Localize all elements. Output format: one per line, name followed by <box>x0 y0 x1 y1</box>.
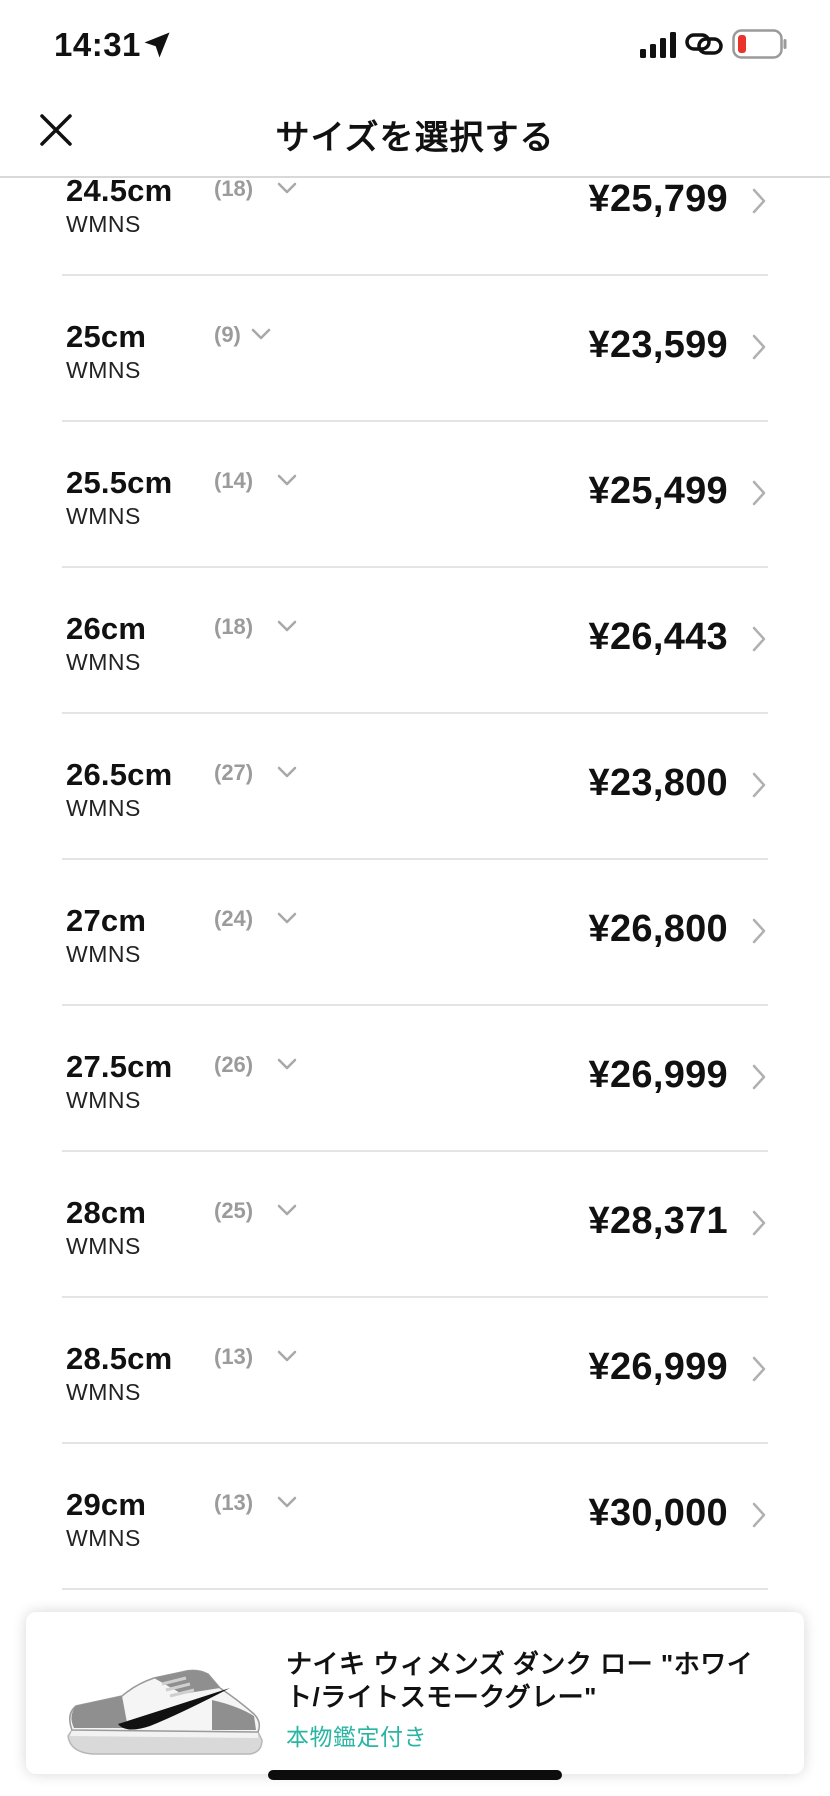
size-category: WMNS <box>66 211 141 237</box>
chevron-down-icon[interactable] <box>276 472 298 488</box>
product-image <box>67 1669 263 1755</box>
size-label: 24.5cm <box>66 173 173 208</box>
price-label: ¥28,371 <box>588 1200 728 1242</box>
header: サイズを選択する <box>0 92 830 178</box>
chevron-right-icon <box>752 1064 766 1090</box>
page-title: サイズを選択する <box>275 119 555 157</box>
size-selection-screen: 14:31 サイズを選択する 24.5cm WMNS (18) ¥25,799 25cm… <box>0 0 830 1796</box>
status-bar: 14:31 <box>0 0 830 92</box>
chevron-down-icon[interactable] <box>276 180 298 196</box>
size-row[interactable]: 27cm WMNS (24) ¥26,800 <box>62 860 768 1006</box>
chevron-down-icon[interactable] <box>276 1348 298 1364</box>
size-label: 25cm <box>66 319 147 354</box>
size-category: WMNS <box>66 1233 141 1259</box>
price-label: ¥26,999 <box>588 1054 728 1096</box>
price-label: ¥30,000 <box>588 1492 728 1534</box>
price-label: ¥23,800 <box>588 762 728 804</box>
chevron-down-icon[interactable] <box>250 326 272 342</box>
chevron-right-icon <box>752 1210 766 1236</box>
chevron-right-icon <box>752 626 766 652</box>
size-category: WMNS <box>66 795 141 821</box>
chevron-down-icon[interactable] <box>276 1494 298 1510</box>
price-label: ¥26,999 <box>588 1346 728 1388</box>
size-category: WMNS <box>66 357 141 383</box>
size-category: WMNS <box>66 503 141 529</box>
size-category: WMNS <box>66 1525 141 1551</box>
size-label: 29cm <box>66 1487 147 1522</box>
size-label: 26.5cm <box>66 757 173 792</box>
size-row[interactable]: 27.5cm WMNS (26) ¥26,999 <box>62 1006 768 1152</box>
chevron-right-icon <box>752 772 766 798</box>
size-row[interactable]: 29cm WMNS (13) ¥30,000 <box>62 1444 768 1590</box>
size-row[interactable]: 28.5cm WMNS (13) ¥26,999 <box>62 1298 768 1444</box>
size-row[interactable]: 26.5cm WMNS (27) ¥23,800 <box>62 714 768 860</box>
size-label: 27.5cm <box>66 1049 173 1084</box>
size-category: WMNS <box>66 1379 141 1405</box>
authentication-label: 本物鑑定付き <box>286 1724 427 1750</box>
price-label: ¥26,443 <box>588 616 728 658</box>
listing-count[interactable]: (14) <box>214 468 253 494</box>
status-time: 14:31 <box>54 26 141 63</box>
battery-low-icon <box>732 29 787 59</box>
size-category: WMNS <box>66 1087 141 1113</box>
listing-count[interactable]: (25) <box>214 1198 253 1224</box>
chevron-down-icon[interactable] <box>276 618 298 634</box>
price-label: ¥23,599 <box>588 324 728 366</box>
price-label: ¥25,499 <box>588 470 728 512</box>
location-arrow-icon <box>144 32 170 58</box>
cellular-signal-icon <box>640 32 676 58</box>
link-icon <box>685 33 723 55</box>
product-card[interactable]: ナイキ ウィメンズ ダンク ロー "ホワイト/ライトスモークグレー" 本物鑑定付… <box>26 1612 804 1774</box>
chevron-down-icon[interactable] <box>276 764 298 780</box>
size-label: 27cm <box>66 903 147 938</box>
chevron-down-icon[interactable] <box>276 1202 298 1218</box>
home-indicator[interactable] <box>268 1770 562 1780</box>
chevron-down-icon[interactable] <box>276 1056 298 1072</box>
listing-count[interactable]: (26) <box>214 1052 253 1078</box>
size-row[interactable]: 28cm WMNS (25) ¥28,371 <box>62 1152 768 1298</box>
size-row[interactable]: 25.5cm WMNS (14) ¥25,499 <box>62 422 768 568</box>
size-list: 24.5cm WMNS (18) ¥25,799 25cm WMNS (9) ¥23,599 2… <box>62 130 768 1590</box>
listing-count[interactable]: (13) <box>214 1490 253 1516</box>
listing-count[interactable]: (18) <box>214 614 253 640</box>
chevron-right-icon <box>752 188 766 214</box>
price-label: ¥25,799 <box>588 178 728 220</box>
size-row[interactable]: 26cm WMNS (18) ¥26,443 <box>62 568 768 714</box>
listing-count[interactable]: (13) <box>214 1344 253 1370</box>
listing-count[interactable]: (18) <box>214 176 253 202</box>
size-category: WMNS <box>66 941 141 967</box>
chevron-right-icon <box>752 1502 766 1528</box>
size-row[interactable]: 25cm WMNS (9) ¥23,599 <box>62 276 768 422</box>
chevron-right-icon <box>752 1356 766 1382</box>
price-label: ¥26,800 <box>588 908 728 950</box>
size-label: 28cm <box>66 1195 147 1230</box>
size-label: 26cm <box>66 611 147 646</box>
size-label: 25.5cm <box>66 465 173 500</box>
chevron-down-icon[interactable] <box>276 910 298 926</box>
listing-count[interactable]: (27) <box>214 760 253 786</box>
size-label: 28.5cm <box>66 1341 173 1376</box>
listing-count[interactable]: (9) <box>214 322 241 348</box>
chevron-right-icon <box>752 480 766 506</box>
listing-count[interactable]: (24) <box>214 906 253 932</box>
product-name: ナイキ ウィメンズ ダンク ロー "ホワイト/ライトスモークグレー" <box>286 1649 754 1712</box>
chevron-right-icon <box>752 918 766 944</box>
chevron-right-icon <box>752 334 766 360</box>
size-category: WMNS <box>66 649 141 675</box>
